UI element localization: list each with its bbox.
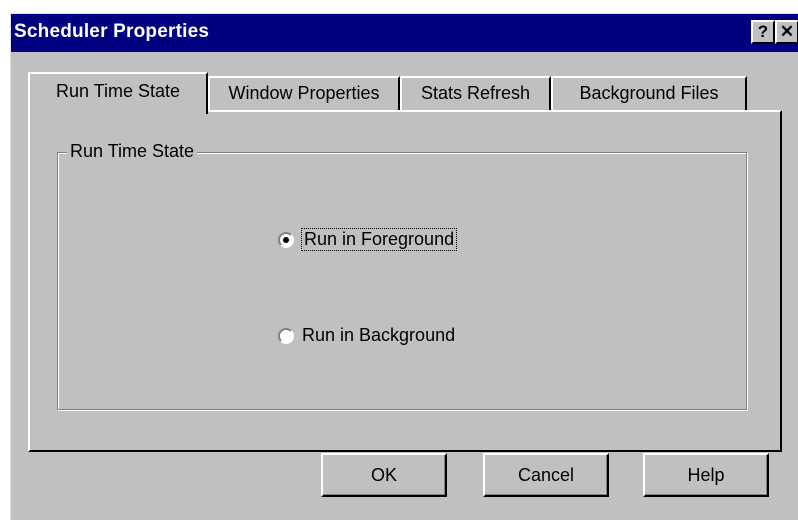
tab-background-files[interactable]: Background Files: [551, 76, 747, 110]
tab-stats-refresh[interactable]: Stats Refresh: [400, 76, 551, 110]
group-label: Run Time State: [67, 141, 198, 162]
tab-window-properties[interactable]: Window Properties: [208, 76, 400, 110]
radio-label: Run in Background: [302, 325, 456, 345]
title-bar[interactable]: Scheduler Properties ? ✕: [11, 14, 798, 52]
close-icon[interactable]: ✕: [775, 20, 798, 44]
radio-run-in-background[interactable]: Run in Background: [278, 325, 455, 346]
help-icon[interactable]: ?: [751, 20, 775, 44]
radio-run-in-foreground[interactable]: Run in Foreground: [278, 228, 458, 251]
run-time-state-group: Run Time State Run in Foreground Run in …: [57, 141, 747, 410]
radio-button-selected[interactable]: [278, 231, 294, 248]
window-title: Scheduler Properties: [14, 21, 210, 42]
radio-label: Run in Foreground: [300, 228, 458, 251]
tab-label: Window Properties: [228, 83, 380, 103]
radio-button[interactable]: [278, 327, 294, 344]
tab-label: Run Time State: [55, 81, 181, 101]
cancel-button[interactable]: Cancel: [483, 453, 609, 497]
tab-label: Stats Refresh: [420, 83, 531, 103]
tab-panel: Run Time State Run in Foreground Run in …: [28, 110, 782, 452]
ok-button[interactable]: OK: [321, 453, 447, 497]
help-button[interactable]: Help: [643, 453, 769, 497]
properties-dialog: Scheduler Properties ? ✕ Run Time State …: [10, 13, 798, 520]
tab-label: Background Files: [579, 83, 719, 103]
tab-run-time-state[interactable]: Run Time State: [28, 72, 208, 114]
